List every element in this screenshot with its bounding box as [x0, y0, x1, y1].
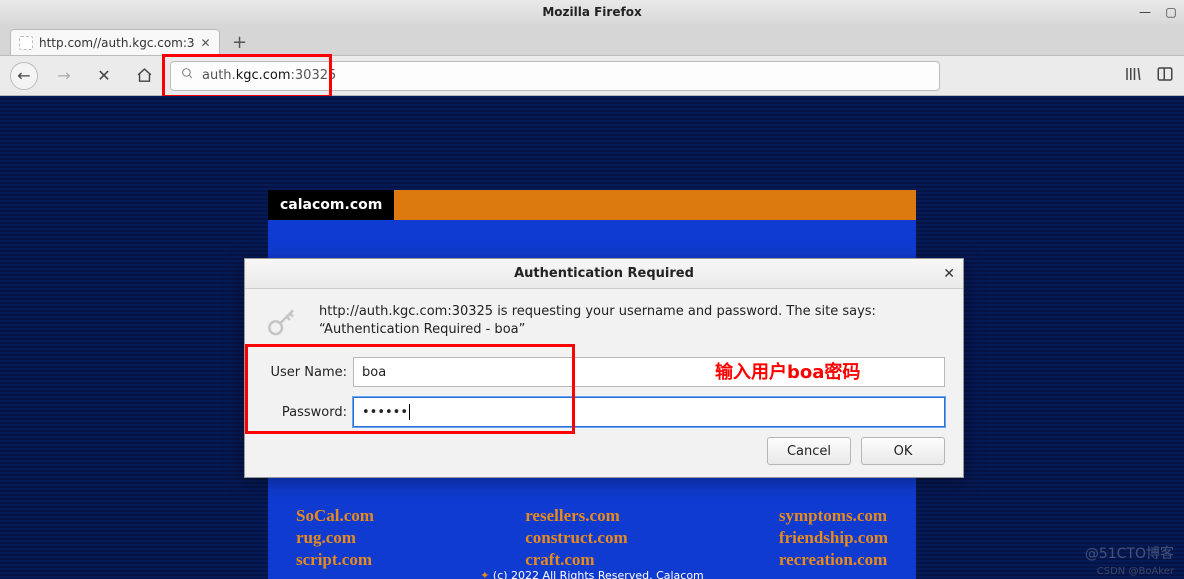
forward-button[interactable]: →	[50, 62, 78, 90]
home-button[interactable]	[130, 62, 158, 90]
domain-col-2: resellers.com construct.com craft.com	[525, 506, 627, 570]
window-title: Mozilla Firefox	[542, 5, 641, 19]
domain-link[interactable]: SoCal.com	[296, 506, 374, 526]
domain-col-1: SoCal.com rug.com script.com	[296, 506, 374, 570]
stop-button[interactable]: ✕	[90, 62, 118, 90]
domain-link[interactable]: construct.com	[525, 528, 627, 548]
urlbar-container: auth.kgc.com:30325	[170, 61, 940, 91]
tab-close-icon[interactable]: ✕	[201, 36, 211, 50]
dialog-title: Authentication Required	[514, 266, 694, 281]
dialog-close-icon[interactable]: ✕	[943, 266, 955, 282]
dialog-titlebar: Authentication Required ✕	[245, 259, 963, 289]
navigation-toolbar: ← → ✕ auth.kgc.com:30325	[0, 56, 1184, 96]
search-icon	[181, 67, 194, 84]
minimize-button[interactable]: —	[1138, 5, 1152, 19]
cancel-button[interactable]: Cancel	[767, 437, 851, 465]
new-tab-button[interactable]: +	[226, 29, 254, 55]
dialog-message-row: http://auth.kgc.com:30325 is requesting …	[263, 303, 945, 343]
toolbar-right	[1124, 65, 1174, 87]
password-label: Password:	[263, 405, 353, 420]
tab-favicon	[19, 36, 33, 50]
maximize-button[interactable]: ▢	[1164, 5, 1178, 19]
page-footer: (c) 2022 All Rights Reserved. Calacom	[480, 569, 704, 579]
domain-link[interactable]: rug.com	[296, 528, 374, 548]
library-icon[interactable]	[1124, 65, 1142, 87]
window-titlebar: Mozilla Firefox — ▢	[0, 0, 1184, 24]
password-row: Password: ••••••	[263, 397, 945, 427]
url-text: auth.kgc.com:30325	[202, 68, 336, 83]
key-icon	[263, 303, 301, 343]
sidebar-icon[interactable]	[1156, 65, 1174, 87]
domain-link[interactable]: script.com	[296, 550, 374, 570]
ok-button[interactable]: OK	[861, 437, 945, 465]
domain-link[interactable]: recreation.com	[779, 550, 888, 570]
domain-col-3: symptoms.com friendship.com recreation.c…	[779, 506, 888, 570]
back-button[interactable]: ←	[10, 62, 38, 90]
url-bar[interactable]: auth.kgc.com:30325	[170, 61, 940, 91]
dialog-message: http://auth.kgc.com:30325 is requesting …	[319, 303, 945, 343]
domain-columns: SoCal.com rug.com script.com resellers.c…	[296, 506, 888, 570]
window-buttons: — ▢	[1138, 5, 1178, 19]
browser-tab[interactable]: http.com//auth.kgc.com:3 ✕	[10, 29, 220, 55]
annotation-text: 输入用户boa密码	[715, 358, 860, 384]
tab-label: http.com//auth.kgc.com:3	[39, 36, 195, 50]
page-header-bar: calacom.com	[268, 190, 916, 220]
domain-link[interactable]: craft.com	[525, 550, 627, 570]
dialog-buttons: Cancel OK	[263, 437, 945, 465]
username-label: User Name:	[263, 365, 353, 380]
tab-strip: http.com//auth.kgc.com:3 ✕ +	[0, 24, 1184, 56]
domain-link[interactable]: friendship.com	[779, 528, 888, 548]
watermark-csdn: CSDN @BoAker	[1097, 566, 1174, 577]
password-input[interactable]: ••••••	[353, 397, 945, 427]
page-brand: calacom.com	[268, 190, 394, 220]
watermark-51cto: @51CTO博客	[1085, 543, 1174, 563]
domain-link[interactable]: symptoms.com	[779, 506, 888, 526]
domain-link[interactable]: resellers.com	[525, 506, 627, 526]
